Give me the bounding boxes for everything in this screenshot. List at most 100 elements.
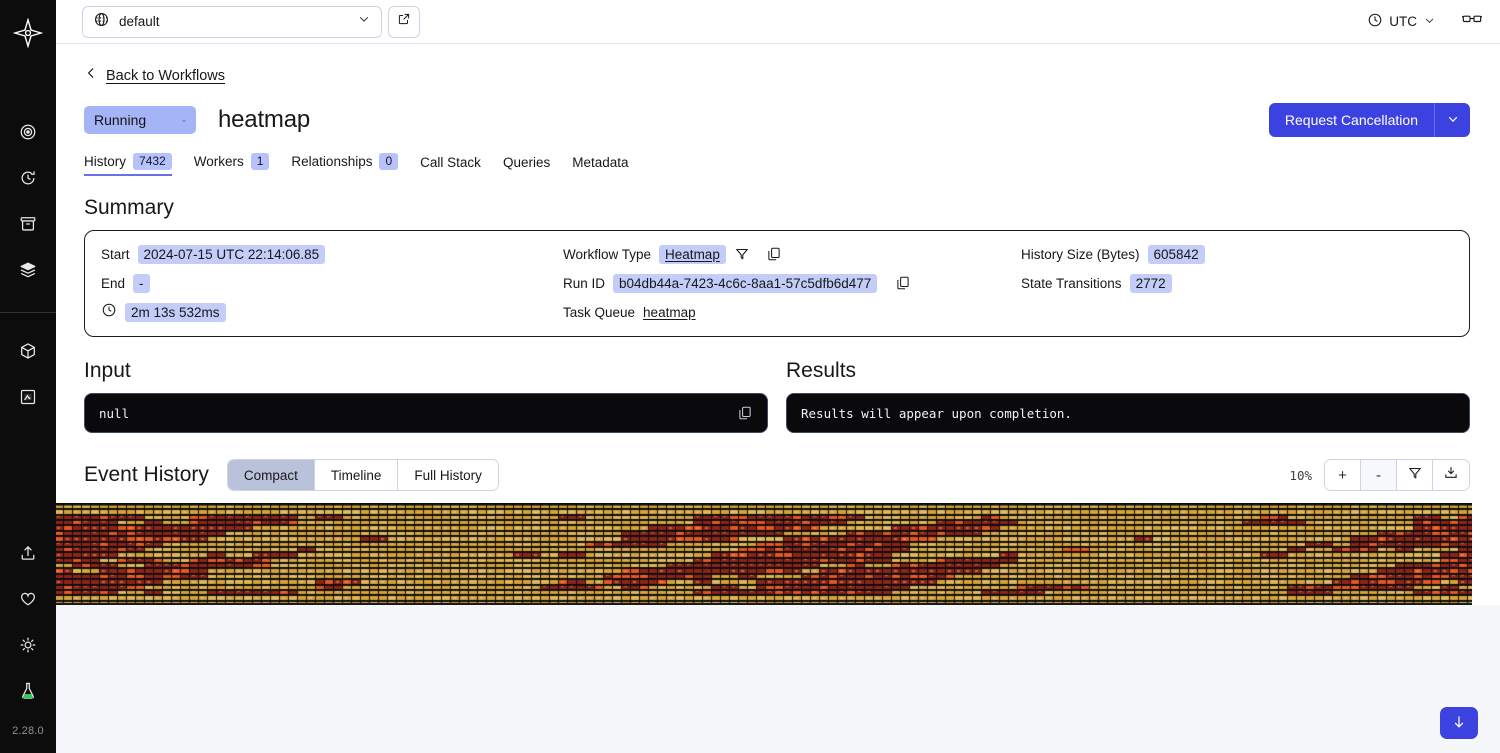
summary-end-value: -: [133, 273, 150, 293]
request-cancellation-button[interactable]: Request Cancellation: [1268, 103, 1434, 137]
tab-call-stack[interactable]: Call Stack: [420, 155, 481, 176]
tab-history[interactable]: History 7432: [84, 153, 172, 176]
copy-icon[interactable]: [895, 275, 911, 291]
summary-run-id-value[interactable]: b04db44a-7423-4c6c-8aa1-57c5dfb6d477: [613, 273, 878, 293]
scroll-to-bottom-button[interactable]: [1440, 707, 1478, 739]
sidebar-item-archive[interactable]: [8, 208, 48, 240]
copy-icon[interactable]: [737, 405, 753, 421]
glasses-icon: [1461, 11, 1483, 32]
tab-queries[interactable]: Queries: [503, 155, 550, 176]
summary-column-identity: Workflow Type Heatmap Run ID b04db44a-74…: [563, 244, 1021, 322]
view-compact-button[interactable]: Compact: [227, 460, 315, 490]
tab-relationships[interactable]: Relationships 0: [291, 153, 399, 176]
input-payload-box[interactable]: null: [84, 393, 768, 433]
sidebar-item-feedback[interactable]: [8, 583, 48, 615]
sidebar-item-schedules[interactable]: [8, 162, 48, 194]
summary-task-queue-label: Task Queue: [563, 304, 636, 320]
summary-workflow-type-value[interactable]: Heatmap: [659, 244, 726, 264]
results-payload-box: Results will appear upon completion.: [786, 393, 1470, 433]
tab-label: Workers: [193, 154, 244, 169]
sidebar-item-labs[interactable]: [8, 675, 48, 707]
summary-duration-row: 2m 13s 532ms: [101, 302, 563, 322]
zoom-out-button[interactable]: -: [1361, 460, 1397, 490]
open-namespace-external-button[interactable]: [388, 5, 420, 38]
timezone-label: UTC: [1389, 14, 1417, 29]
timezone-selector[interactable]: UTC: [1367, 12, 1436, 31]
tab-label: Call Stack: [420, 155, 481, 170]
namespace-icon: [93, 11, 110, 33]
summary-start-value: 2024-07-15 UTC 22:14:06.85: [137, 244, 326, 264]
chevron-left-icon: [84, 66, 98, 85]
clock-icon: [101, 302, 117, 323]
summary-state-transitions-value: 2772: [1129, 273, 1172, 293]
tab-label: History: [84, 154, 127, 169]
tab-label: Relationships: [291, 154, 373, 169]
top-bar-right: UTC: [1367, 11, 1483, 32]
summary-end-label: End: [101, 275, 126, 291]
workflow-tabs: History 7432 Workers 1 Relationships 0 C…: [84, 153, 1470, 176]
page-content: Back to Workflows Running - heatmap Requ…: [56, 44, 1500, 753]
event-history-heading: Event History: [84, 463, 209, 486]
summary-start-label: Start: [101, 246, 130, 262]
left-sidebar: 2.28.0: [0, 0, 56, 753]
arrow-down-icon: [1451, 714, 1467, 733]
tab-metadata[interactable]: Metadata: [572, 155, 628, 176]
main-area: default UTC Back to Workflows Running - …: [56, 0, 1500, 753]
zoom-in-button[interactable]: +: [1325, 460, 1361, 490]
sidebar-item-import[interactable]: [8, 537, 48, 569]
summary-task-queue-value[interactable]: heatmap: [643, 305, 696, 320]
status-badge[interactable]: Running -: [84, 106, 196, 134]
clock-icon: [1367, 12, 1383, 31]
tab-workers[interactable]: Workers 1: [194, 153, 270, 176]
summary-state-transitions-label: State Transitions: [1021, 275, 1122, 291]
sidebar-item-theme[interactable]: [8, 629, 48, 661]
results-heading: Results: [786, 359, 857, 382]
results-payload-value: Results will appear upon completion.: [801, 405, 1072, 421]
summary-card: Start 2024-07-15 UTC 22:14:06.85 End - 2…: [84, 230, 1470, 337]
status-badge-label: Running: [94, 112, 147, 128]
temporal-logo-icon[interactable]: [11, 16, 45, 50]
chevron-down-icon: [1423, 14, 1436, 30]
summary-duration-value: 2m 13s 532ms: [125, 302, 226, 322]
summary-end-row: End -: [101, 273, 563, 293]
sidebar-nav-secondary: 2.28.0: [0, 537, 56, 753]
primary-actions-menu-button[interactable]: [1434, 103, 1470, 137]
view-full-history-button[interactable]: Full History: [398, 460, 498, 490]
filter-funnel-icon: [1407, 465, 1423, 485]
event-history-toolbar: Event History Compact Timeline Full Hist…: [84, 459, 1470, 491]
event-history-controls: 10% + -: [1289, 459, 1470, 491]
tab-badge: 7432: [133, 153, 172, 170]
zoom-controls: + -: [1324, 459, 1470, 491]
view-timeline-button[interactable]: Timeline: [314, 460, 399, 490]
summary-column-timing: Start 2024-07-15 UTC 22:14:06.85 End - 2…: [101, 244, 563, 322]
event-history-empty-area: [56, 605, 1500, 753]
page-title: heatmap: [218, 106, 310, 133]
sidebar-item-workflows[interactable]: [8, 116, 48, 148]
filter-funnel-icon[interactable]: [734, 246, 750, 262]
event-history-compact-heatmap[interactable]: [56, 503, 1472, 605]
input-heading: Input: [84, 359, 131, 382]
summary-column-metrics: History Size (Bytes) 605842 State Transi…: [1021, 244, 1453, 322]
status-badge-dash: -: [182, 113, 186, 127]
tab-label: Queries: [502, 155, 551, 170]
back-to-workflows-label: Back to Workflows: [106, 67, 225, 84]
reading-mode-button[interactable]: [1461, 11, 1483, 32]
back-to-workflows-link[interactable]: Back to Workflows: [84, 66, 1470, 85]
sidebar-item-namespaces[interactable]: [8, 335, 48, 367]
summary-history-size-value: 605842: [1147, 244, 1205, 264]
summary-history-size-row: History Size (Bytes) 605842: [1021, 244, 1453, 264]
app-root: 2.28.0 default UTC Back to Workflows Run…: [0, 0, 1500, 753]
tab-badge: 0: [379, 153, 399, 170]
sidebar-nav-primary: [0, 116, 56, 427]
sidebar-item-nexus[interactable]: [8, 381, 48, 413]
download-button[interactable]: [1433, 460, 1469, 490]
external-link-icon: [397, 12, 411, 31]
app-version: 2.28.0: [12, 725, 44, 737]
summary-task-queue-row: Task Queue heatmap: [563, 302, 1021, 322]
event-history-view-switcher: Compact Timeline Full History: [226, 459, 499, 491]
copy-icon[interactable]: [766, 246, 782, 262]
sidebar-item-batch-operations[interactable]: [8, 254, 48, 286]
heatmap-canvas[interactable]: [56, 504, 1472, 603]
filter-button[interactable]: [1397, 460, 1433, 490]
namespace-selector[interactable]: default: [82, 5, 382, 38]
